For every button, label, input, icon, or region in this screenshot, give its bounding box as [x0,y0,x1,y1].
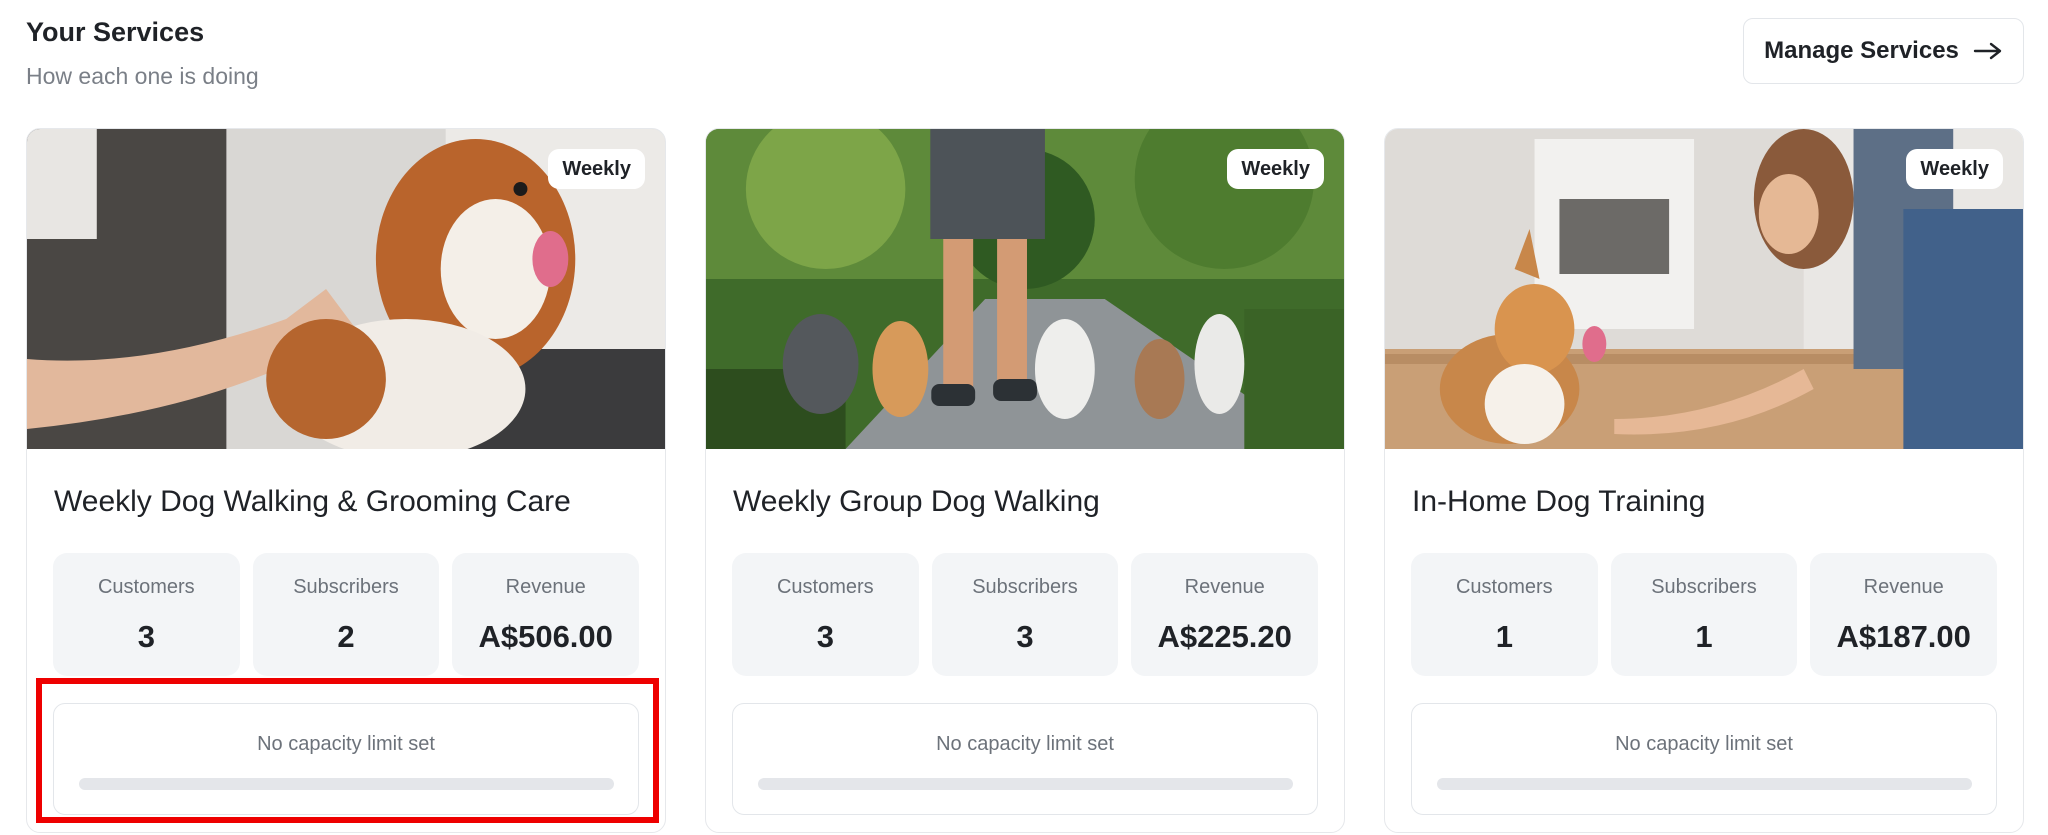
stat-value: 3 [137,619,155,654]
subscribers-stat: Subscribers 1 [1610,553,1798,676]
section-header: Your Services How each one is doing [26,14,259,91]
customers-stat: Customers 3 [732,553,919,676]
frequency-badge: Weekly [1906,149,2003,189]
revenue-stat: Revenue A$225.20 [1131,553,1319,676]
frequency-badge: Weekly [548,149,645,189]
capacity-panel: No capacity limit set [53,703,639,815]
stat-value: 1 [1695,619,1713,654]
frequency-badge: Weekly [1227,149,1324,189]
manage-services-label: Manage Services [1764,37,1959,64]
stat-label: Subscribers [1651,576,1757,598]
arrow-right-icon [1973,42,2002,60]
customers-stat: Customers 3 [53,553,240,676]
capacity-label: No capacity limit set [936,733,1114,755]
stat-value: 2 [337,619,355,654]
capacity-progress-bar [757,778,1293,790]
capacity-label: No capacity limit set [1615,733,1793,755]
stat-value: 3 [1016,619,1034,654]
capacity-panel: No capacity limit set [732,703,1318,815]
manage-services-button[interactable]: Manage Services [1743,18,2024,84]
service-image-grooming: Weekly [27,129,665,449]
service-title: Weekly Group Dog Walking [733,485,1100,518]
stat-value: 3 [816,619,834,654]
stat-label: Revenue [1863,576,1944,598]
revenue-stat: Revenue A$506.00 [452,553,640,676]
service-image-training: Weekly [1385,129,2023,449]
service-stats: Customers 3 Subscribers 3 Revenue A$225.… [732,553,1319,676]
stat-label: Customers [97,576,195,598]
revenue-stat: Revenue A$187.00 [1810,553,1998,676]
section-subtitle: How each one is doing [26,63,259,89]
service-card[interactable]: Weekly Weekly Dog Walking & Grooming Car… [26,128,666,833]
service-stats: Customers 3 Subscribers 2 Revenue A$506.… [53,553,640,676]
capacity-progress-bar [78,778,614,790]
stat-value: A$506.00 [478,619,613,654]
service-stats: Customers 1 Subscribers 1 Revenue A$187.… [1411,553,1998,676]
customers-stat: Customers 1 [1411,553,1598,676]
service-card[interactable]: Weekly In-Home Dog Training Customers 1 … [1384,128,2024,833]
stat-label: Revenue [1184,576,1265,598]
service-title: In-Home Dog Training [1412,485,1706,518]
services-grid: Weekly Weekly Dog Walking & Grooming Car… [26,128,2024,833]
capacity-label: No capacity limit set [257,733,435,755]
stat-value: 1 [1495,619,1513,654]
subscribers-stat: Subscribers 2 [252,553,440,676]
service-card[interactable]: Weekly Weekly Group Dog Walking Customer… [705,128,1345,833]
stat-label: Subscribers [293,576,399,598]
service-image-group-walking: Weekly [706,129,1344,449]
stat-value: A$187.00 [1836,619,1971,654]
stat-label: Revenue [505,576,586,598]
stat-label: Customers [1455,576,1553,598]
section-title: Your Services [26,17,205,47]
service-title: Weekly Dog Walking & Grooming Care [54,485,571,518]
subscribers-stat: Subscribers 3 [931,553,1119,676]
stat-label: Customers [776,576,874,598]
stat-value: A$225.20 [1157,619,1292,654]
stat-label: Subscribers [972,576,1078,598]
capacity-panel: No capacity limit set [1411,703,1997,815]
capacity-progress-bar [1436,778,1972,790]
